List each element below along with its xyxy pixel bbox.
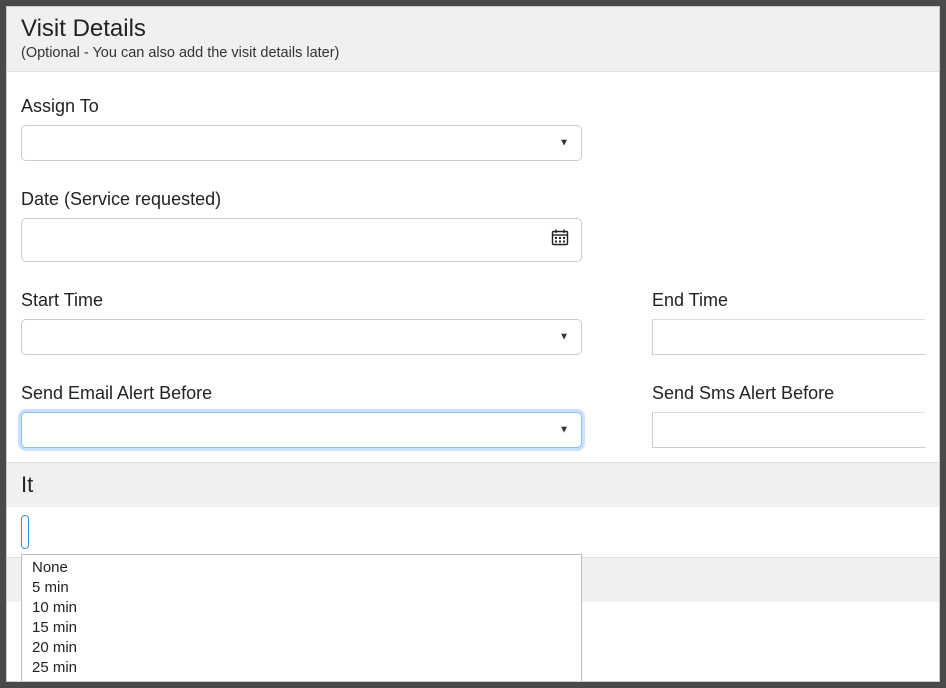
add-item-button[interactable]	[21, 515, 29, 549]
email-alert-option[interactable]: 30 min	[22, 678, 581, 682]
date-label: Date (Service requested)	[21, 189, 582, 210]
assign-to-select[interactable]: ▼	[21, 125, 582, 161]
email-alert-label: Send Email Alert Before	[21, 383, 582, 404]
email-alert-option[interactable]: 5 min	[22, 578, 581, 598]
start-time-select[interactable]: ▼	[21, 319, 582, 355]
sms-alert-select[interactable]	[652, 412, 925, 448]
visit-details-panel: Visit Details (Optional - You can also a…	[6, 6, 940, 682]
email-alert-option[interactable]: 20 min	[22, 638, 581, 658]
date-input[interactable]	[21, 218, 582, 262]
items-section-label: It	[21, 472, 33, 498]
chevron-down-icon: ▼	[559, 425, 569, 436]
chevron-down-icon: ▼	[559, 138, 569, 149]
email-alert-option[interactable]: 25 min	[22, 658, 581, 678]
end-time-select[interactable]	[652, 319, 925, 355]
panel-subtitle: (Optional - You can also add the visit d…	[21, 45, 925, 61]
start-time-label: Start Time	[21, 290, 582, 311]
items-toolbar	[7, 507, 939, 557]
end-time-label: End Time	[652, 290, 925, 311]
panel-title: Visit Details	[21, 15, 925, 43]
calendar-icon[interactable]	[551, 229, 569, 252]
email-alert-select[interactable]: ▼	[21, 412, 582, 448]
panel-body: Assign To ▼ Date (Service requested)	[7, 72, 939, 602]
email-alert-dropdown[interactable]: None5 min10 min15 min20 min25 min30 min1…	[21, 554, 582, 682]
email-alert-option[interactable]: 10 min	[22, 598, 581, 618]
email-alert-option[interactable]: None	[22, 558, 581, 578]
email-alert-option[interactable]: 15 min	[22, 618, 581, 638]
chevron-down-icon: ▼	[559, 332, 569, 343]
sms-alert-label: Send Sms Alert Before	[652, 383, 925, 404]
assign-to-label: Assign To	[21, 96, 582, 117]
items-section-header: It	[7, 463, 939, 507]
panel-header: Visit Details (Optional - You can also a…	[7, 7, 939, 72]
